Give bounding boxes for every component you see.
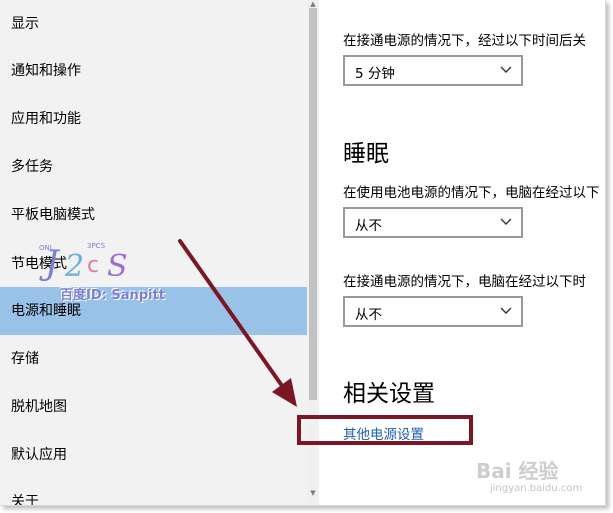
related-settings-heading: 相关设置 (343, 381, 435, 407)
sidebar-item-tablet-mode[interactable]: 平板电脑模式 (0, 191, 307, 239)
sleep-battery-label: 在使用电池电源的情况下，电脑在经过以下 (343, 185, 600, 201)
sidebar-item-storage[interactable]: 存储 (0, 335, 307, 383)
dropdown-value: 5 分钟 (355, 66, 395, 82)
sidebar-item-multitasking[interactable]: 多任务 (0, 143, 307, 191)
scroll-up-icon[interactable]: ▲ (307, 0, 319, 8)
sidebar-item-battery-saver[interactable]: 节电模式 (0, 240, 307, 288)
screen-plugged-dropdown[interactable]: 5 分钟 (343, 55, 523, 86)
chevron-down-icon (500, 307, 512, 314)
annotation-highlight-box (297, 415, 473, 445)
sidebar-item-display[interactable]: 显示 (0, 0, 307, 48)
sleep-plugged-label: 在接通电源的情况下，电脑在经过以下时 (343, 274, 586, 290)
sidebar: 显示 通知和操作 应用和功能 多任务 平板电脑模式 节电模式 电源和睡眠 存储 … (0, 0, 307, 505)
screen-plugged-label: 在接通电源的情况下，经过以下时间后关 (343, 33, 586, 49)
chevron-down-icon (500, 218, 512, 225)
sidebar-item-about[interactable]: 关于 (0, 478, 307, 505)
dropdown-value: 从不 (355, 307, 382, 323)
sleep-heading: 睡眠 (343, 141, 389, 167)
dropdown-value: 从不 (355, 218, 382, 234)
scroll-down-icon[interactable]: ▼ (307, 489, 319, 497)
sidebar-item-default-apps[interactable]: 默认应用 (0, 431, 307, 479)
chevron-down-icon (500, 66, 512, 73)
sleep-plugged-dropdown[interactable]: 从不 (343, 296, 523, 327)
sidebar-item-power-sleep[interactable]: 电源和睡眠 (0, 287, 307, 335)
sidebar-item-notifications[interactable]: 通知和操作 (0, 47, 307, 95)
sidebar-item-offline-maps[interactable]: 脱机地图 (0, 383, 307, 431)
sidebar-item-apps-features[interactable]: 应用和功能 (0, 95, 307, 143)
scroll-thumb[interactable] (309, 8, 317, 400)
sleep-battery-dropdown[interactable]: 从不 (343, 207, 523, 238)
